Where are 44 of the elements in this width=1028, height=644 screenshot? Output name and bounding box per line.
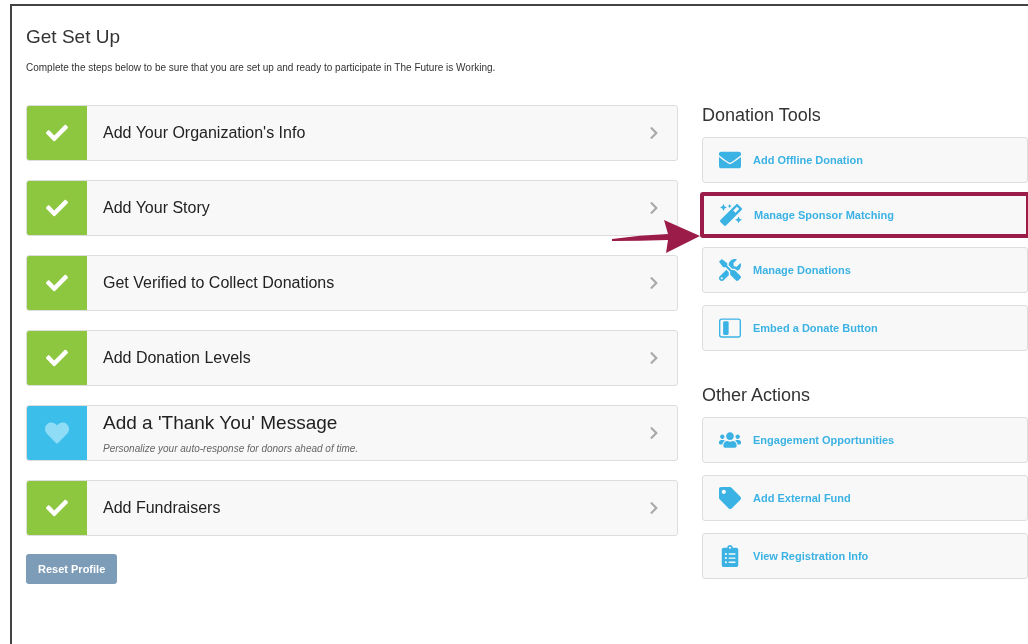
- magic-wand-icon: [720, 204, 742, 226]
- chevron-right-icon: [649, 201, 659, 215]
- check-icon: [46, 197, 68, 219]
- action-button[interactable]: View Registration Info: [702, 533, 1028, 579]
- setup-step[interactable]: Add Your Story: [26, 180, 678, 236]
- action-button[interactable]: Embed a Donate Button: [702, 305, 1028, 351]
- step-description: Personalize your auto-response for donors ahead of time.: [103, 443, 360, 454]
- check-icon: [46, 347, 68, 369]
- action-button[interactable]: Manage Sponsor Matching: [700, 192, 1028, 238]
- check-icon: [46, 122, 68, 144]
- heart-icon: [45, 421, 69, 445]
- check-icon: [46, 497, 68, 519]
- chevron-right-icon: [649, 501, 659, 515]
- setup-step[interactable]: Add Fundraisers: [26, 480, 678, 536]
- step-title: Get Verified to Collect Donations: [103, 274, 336, 292]
- clipboard-icon: [719, 545, 741, 567]
- chevron-right-icon: [649, 126, 659, 140]
- check-icon: [46, 272, 68, 294]
- setup-step[interactable]: Add Donation Levels: [26, 330, 678, 386]
- section-heading: Donation Tools: [702, 105, 822, 126]
- tools-icon: [719, 259, 741, 281]
- action-button[interactable]: Add Offline Donation: [702, 137, 1028, 183]
- step-title: Add Your Story: [103, 199, 211, 217]
- action-button[interactable]: Manage Donations: [702, 247, 1028, 293]
- envelope-icon: [719, 149, 741, 171]
- chevron-right-icon: [649, 351, 659, 365]
- step-title: Add Your Organization's Info: [103, 124, 307, 142]
- action-button[interactable]: Add External Fund: [702, 475, 1028, 521]
- page-description: Complete the steps below to be sure that you are set up and ready to participate in The Future is Working.: [26, 62, 497, 73]
- page-title: Get Set Up: [26, 26, 121, 48]
- reset-profile-button[interactable]: Reset Profile: [26, 554, 118, 584]
- people-icon: [719, 429, 741, 451]
- layout-icon: [719, 317, 741, 339]
- setup-step[interactable]: Add a 'Thank You' Message Personalize your auto-response for donors ahead of time.: [26, 405, 678, 461]
- chevron-right-icon: [649, 426, 659, 440]
- action-button[interactable]: Engagement Opportunities: [702, 417, 1028, 463]
- step-title: Add Fundraisers: [103, 499, 222, 517]
- setup-step[interactable]: Add Your Organization's Info: [26, 105, 678, 161]
- step-title: Add a 'Thank You' Message: [103, 412, 339, 434]
- setup-step[interactable]: Get Verified to Collect Donations: [26, 255, 678, 311]
- section-heading: Other Actions: [702, 385, 812, 406]
- tag-icon: [719, 487, 741, 509]
- chevron-right-icon: [649, 276, 659, 290]
- step-title: Add Donation Levels: [103, 349, 252, 367]
